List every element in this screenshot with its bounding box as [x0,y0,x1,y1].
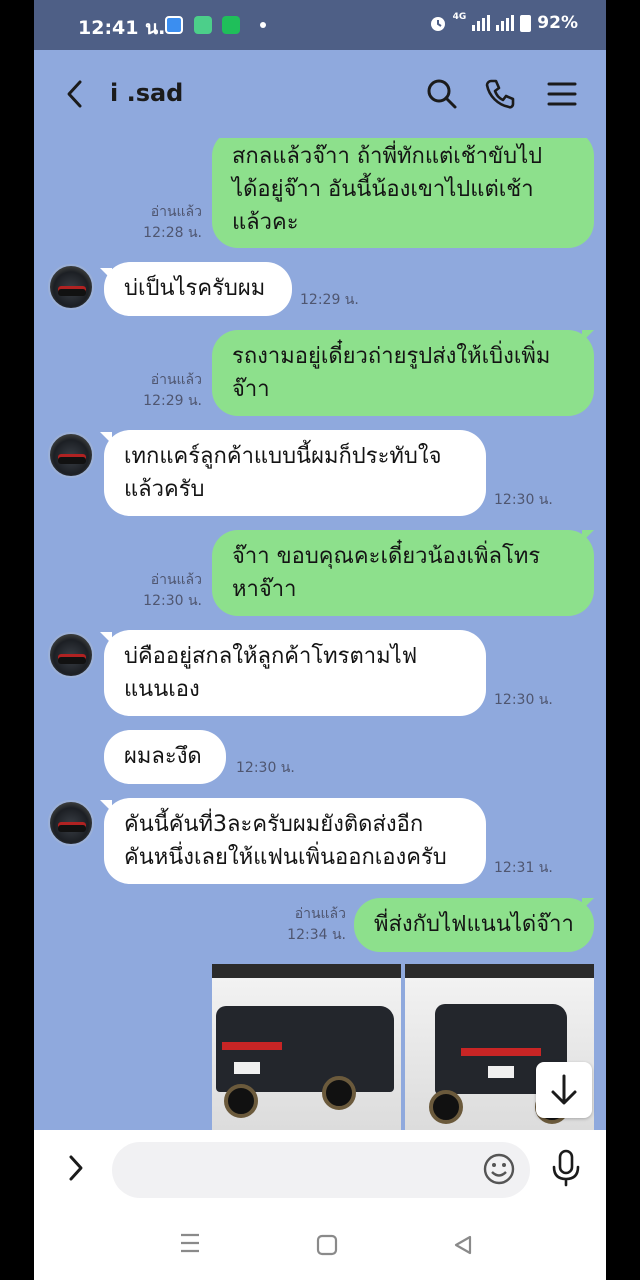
chat-header: i .sad [34,50,606,138]
message-bubble-outgoing[interactable]: รถงามอยู่เดี๋ยวถ่ายรูปส่งให้เบิ่งเพิ่ม จ… [212,330,594,416]
read-receipt: อ่านแล้ว [150,572,202,588]
message-time: 12:28 น. [143,225,202,241]
browser-app-icon [165,16,183,34]
message-meta: อ่านแล้ว 12:34 น. [268,904,346,946]
avatar[interactable] [48,632,94,678]
chat-app-icon [222,16,240,34]
notification-dot-icon [260,22,266,28]
truck-photo[interactable] [212,964,401,1130]
network-label: 4G [452,12,467,22]
message-meta: อ่านแล้ว 12:29 น. [124,370,202,412]
message-time: 12:31 น. [494,860,553,876]
message-bubble-incoming[interactable]: บ่คืออยู่สกลให้ลูกค้าโทรตามไฟ แนนเอง [104,630,486,716]
calculator-app-icon [194,16,212,34]
battery-icon [520,14,532,32]
message-time: 12:29 น. [300,292,359,308]
message-time: 12:30 น. [236,760,295,776]
photo-ceiling [212,964,401,978]
truck-wheel [224,1084,258,1118]
chevron-right-icon[interactable] [60,1152,92,1184]
microphone-icon[interactable] [548,1148,584,1188]
photo-ceiling [405,964,594,978]
message-bubble-outgoing[interactable]: พี่ส่งกับไฟแนนได่จ๊าา [354,898,594,952]
license-plate [488,1066,514,1078]
status-time: 12:41 น. [78,17,166,39]
status-right: 4G 92% [429,12,578,33]
message-bubble-incoming[interactable]: ผมละงึด [104,730,226,784]
avatar[interactable] [48,432,94,478]
read-receipt: อ่านแล้ว [150,372,202,388]
message-meta: อ่านแล้ว 12:28 น. [124,202,202,244]
chat-title[interactable]: i .sad [110,79,183,107]
truck-grille [461,1048,541,1056]
message-bubble-outgoing[interactable]: จ๊าา ขอบคุณคะเดี๋ยวน้องเพิ่ลโทร หาจ๊าา [212,530,594,616]
message-bubble-incoming[interactable]: คันนี้คันที่3ละครับผมยังติดส่งอีก คันหนึ… [104,798,486,884]
message-time: 12:30 น. [494,692,553,708]
battery-percent: 92% [537,13,578,33]
message-input-bar [34,1130,606,1206]
chat-area[interactable]: สกลแล้วจ๊าา ถ้าพี่ทักแต่เช้าขับไป ได้อยู… [34,138,606,1130]
search-icon[interactable] [424,76,460,112]
alarm-icon [430,17,445,31]
message-time: 12:34 น. [287,927,346,943]
license-plate [234,1062,260,1074]
message-bubble-outgoing[interactable]: สกลแล้วจ๊าา ถ้าพี่ทักแต่เช้าขับไป ได้อยู… [212,138,594,248]
system-nav-bar [34,1206,606,1280]
back-icon[interactable] [452,1234,474,1256]
message-time: 12:29 น. [143,393,202,409]
recent-apps-icon[interactable] [178,1232,202,1254]
message-bubble-incoming[interactable]: เทกแคร์ลูกค้าแบบนี้ผมก็ประทับใจ แล้วครับ [104,430,486,516]
chevron-left-icon[interactable] [58,76,94,112]
read-receipt: อ่านแล้ว [294,906,346,922]
signal-icon-2 [496,15,515,31]
message-input[interactable] [112,1142,530,1198]
message-time: 12:30 น. [494,492,553,508]
signal-icon [472,15,491,31]
arrow-down-icon [551,1074,577,1105]
message-time: 12:30 น. [143,593,202,609]
home-icon[interactable] [316,1234,338,1256]
truck-wheel [322,1076,356,1110]
phone-screen: 12:41 น. 4G 92% i .sad สกลแล้วจ๊าา ถ้าพี… [34,0,606,1280]
read-receipt: อ่านแล้ว [150,204,202,220]
truck-grille [222,1042,282,1050]
phone-icon[interactable] [482,76,518,112]
message-bubble-incoming[interactable]: บ่เป็นไรครับผม [104,262,292,316]
menu-icon[interactable] [544,76,580,112]
avatar[interactable] [48,800,94,846]
scroll-to-bottom-button[interactable] [536,1062,592,1118]
status-bar: 12:41 น. 4G 92% [34,0,606,50]
truck-wheel [429,1090,463,1124]
message-meta: อ่านแล้ว 12:30 น. [124,570,202,612]
smiley-icon[interactable] [482,1152,516,1186]
avatar[interactable] [48,264,94,310]
